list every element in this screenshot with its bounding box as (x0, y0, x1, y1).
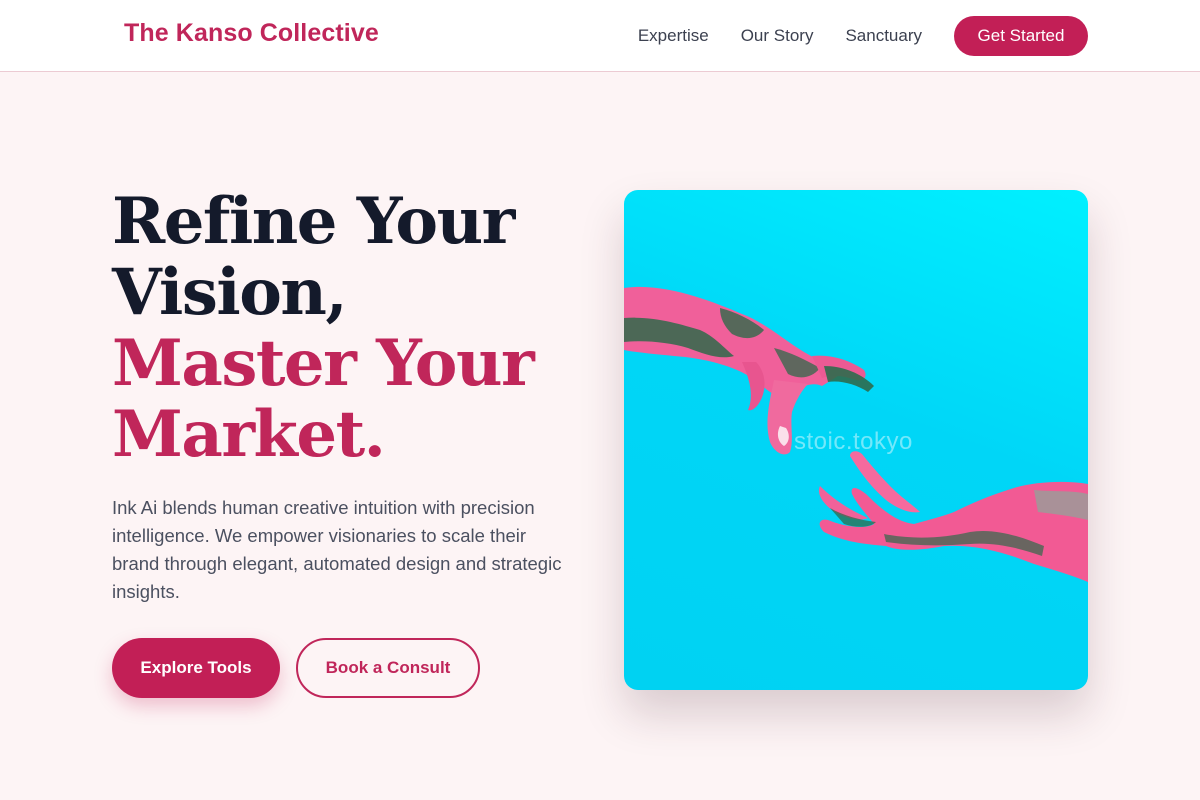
image-watermark: stoic.tokyo (794, 428, 913, 455)
hero-title: Refine Your Vision, Master Your Market. (112, 184, 535, 472)
hero-title-line-2: Vision, (112, 255, 348, 330)
hero-title-line-3: Master Your (112, 326, 535, 401)
site-header: The Kanso Collective Expertise Our Story… (0, 0, 1200, 72)
hero-image: stoic.tokyo (624, 190, 1088, 690)
nav-link-sanctuary[interactable]: Sanctuary (845, 26, 922, 46)
hero-title-line-1: Refine Your (112, 184, 515, 259)
get-started-button[interactable]: Get Started (954, 16, 1088, 56)
nav-link-our-story[interactable]: Our Story (741, 26, 814, 46)
nav-link-expertise[interactable]: Expertise (638, 26, 709, 46)
brand-logo[interactable]: The Kanso Collective (124, 19, 379, 48)
human-hand-icon (818, 451, 1088, 582)
hero-title-line-4: Market. (112, 397, 386, 472)
main-nav: Expertise Our Story Sanctuary Get Starte… (638, 16, 1088, 56)
hero-description: Ink Ai blends human creative intuition w… (112, 497, 562, 602)
explore-tools-button[interactable]: Explore Tools (112, 638, 280, 698)
book-consult-button[interactable]: Book a Consult (296, 638, 480, 698)
